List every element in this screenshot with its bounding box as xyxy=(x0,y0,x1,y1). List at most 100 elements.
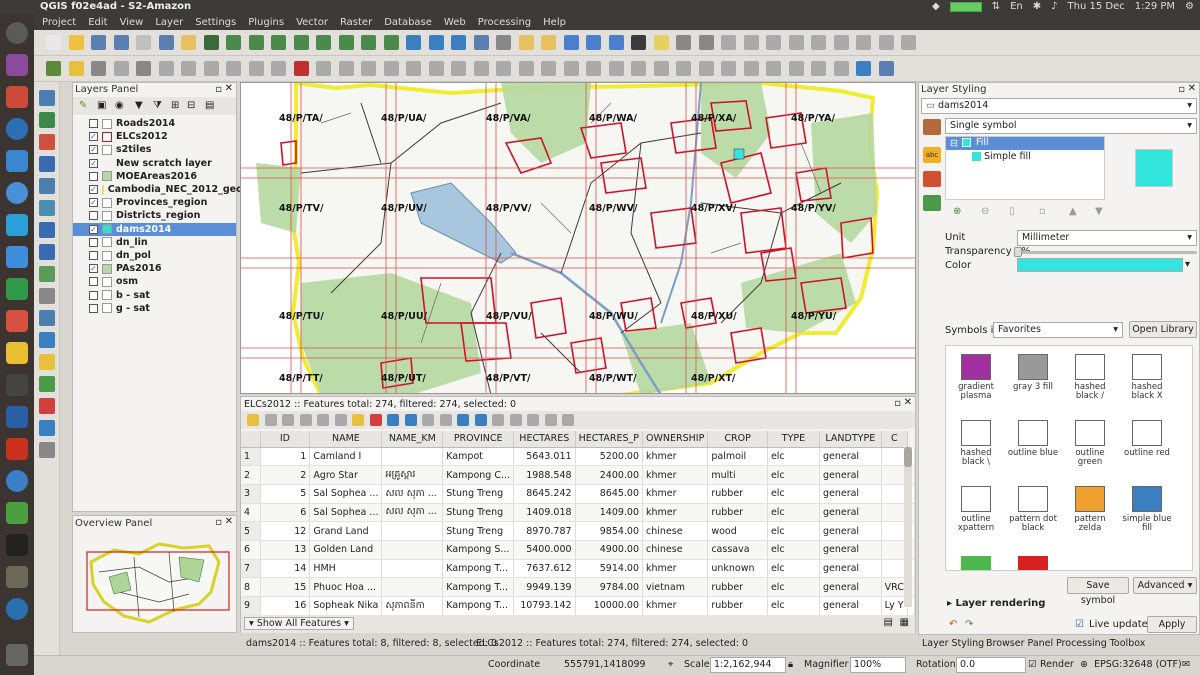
toolbar-button-icon[interactable] xyxy=(721,35,736,50)
toolbar-button-icon[interactable] xyxy=(181,61,196,76)
layer-item[interactable]: g - sat xyxy=(73,302,236,315)
toolbar-button-icon[interactable] xyxy=(136,61,151,76)
layer-visibility-checkbox[interactable] xyxy=(89,303,98,313)
toolbar-button-icon[interactable] xyxy=(383,35,399,50)
messages-icon[interactable]: ✉ xyxy=(1182,659,1190,670)
attribute-toolbar-icon[interactable] xyxy=(299,414,312,426)
layer-item[interactable]: Districts_region xyxy=(73,209,236,222)
table-cell[interactable]: Stung Treng xyxy=(442,484,515,504)
table-cell[interactable]: Grand Land xyxy=(309,521,383,541)
toolbar-button-icon[interactable] xyxy=(811,61,826,76)
symbol-swatch[interactable] xyxy=(1018,556,1048,570)
layer-rendering-toggle[interactable]: ▸ Layer rendering xyxy=(947,598,1045,609)
attribute-toolbar-icon[interactable] xyxy=(264,414,277,426)
system-monitor-indicator[interactable] xyxy=(949,1,982,12)
table-cell[interactable]: elc xyxy=(767,465,820,485)
add-layer-tool-icon[interactable] xyxy=(39,244,55,260)
toolbar-button-icon[interactable] xyxy=(766,61,781,76)
toolbar-button-icon[interactable] xyxy=(406,61,421,76)
table-cell[interactable]: elc xyxy=(767,503,820,523)
add-layer-tool-icon[interactable] xyxy=(39,266,55,282)
column-header[interactable]: ID xyxy=(260,431,311,448)
table-cell[interactable]: 4900.00 xyxy=(575,540,644,560)
table-cell[interactable]: elc xyxy=(767,521,820,541)
layer-item[interactable]: ✓ dams2014 xyxy=(73,222,236,236)
table-cell[interactable]: general xyxy=(819,484,882,504)
column-header[interactable]: NAME xyxy=(309,431,383,448)
impress-icon[interactable] xyxy=(6,310,28,332)
network-icon[interactable]: ⇅ xyxy=(992,1,1000,12)
transparency-slider[interactable] xyxy=(1014,247,1197,257)
column-header[interactable]: C xyxy=(881,431,909,448)
menu-layer[interactable]: Layer xyxy=(155,17,183,28)
writer-icon[interactable] xyxy=(6,246,28,268)
clock-date[interactable]: Thu 15 Dec xyxy=(1068,1,1125,12)
column-header[interactable]: CROP xyxy=(707,431,768,448)
ubuntu-dash-icon[interactable] xyxy=(6,22,28,44)
table-cell[interactable]: multi xyxy=(707,465,768,485)
calc-icon[interactable] xyxy=(6,278,28,300)
table-row[interactable]: 6 13 Golden Land Kampong S... 5400.000 4900.0… xyxy=(241,540,915,560)
toolbar-button-icon[interactable] xyxy=(248,61,264,76)
table-cell[interactable]: សល សុភា ... xyxy=(381,503,444,523)
table-cell[interactable]: elc xyxy=(767,559,820,579)
toolbar-button-icon[interactable] xyxy=(608,35,624,50)
rotation-spinbox[interactable]: 0.0 xyxy=(956,657,1026,673)
table-cell[interactable]: khmer xyxy=(642,503,709,523)
toolbar-button-icon[interactable] xyxy=(203,61,219,76)
toolbar-button-icon[interactable] xyxy=(68,35,84,50)
symbol-item[interactable]: simple blue fill xyxy=(1119,486,1175,533)
undo-icon[interactable]: ↶ xyxy=(949,619,957,630)
attribute-toolbar-icon[interactable] xyxy=(509,414,522,426)
table-cell[interactable]: palmoil xyxy=(707,447,768,467)
layer-item[interactable]: ✓ Provinces_region xyxy=(73,196,236,209)
files-icon[interactable] xyxy=(6,86,28,108)
column-header[interactable]: HECTARES_P xyxy=(575,431,644,448)
table-cell[interactable]: 1 xyxy=(260,447,311,467)
toolbar-button-icon[interactable] xyxy=(653,61,669,76)
table-row[interactable]: 3 5 Sal Sophea ... សល សុភា ... Stung Treng 86… xyxy=(241,484,915,504)
layer-visibility-checkbox[interactable] xyxy=(89,237,98,247)
toolbar-button-icon[interactable] xyxy=(271,61,286,76)
menu-plugins[interactable]: Plugins xyxy=(248,17,284,28)
table-cell[interactable]: Phuoc Hoa ... xyxy=(309,577,383,597)
layer-visibility-checkbox[interactable] xyxy=(89,251,98,260)
add-group-icon[interactable]: ▣ xyxy=(97,100,106,111)
row-number[interactable]: 6 xyxy=(241,540,261,560)
toolbar-button-icon[interactable] xyxy=(698,61,714,76)
table-cell[interactable]: អគ្រូស្តារ xyxy=(381,465,444,485)
table-cell[interactable]: Camland I xyxy=(309,447,383,467)
table-cell[interactable]: 8645.00 xyxy=(575,484,644,504)
remove-layer-icon[interactable]: ▤ xyxy=(205,100,214,111)
layer-item[interactable]: ✓ PAs2016 xyxy=(73,262,236,275)
table-cell[interactable]: elc xyxy=(767,596,820,616)
attribute-toolbar-icon[interactable] xyxy=(282,414,294,426)
toolbar-button-icon[interactable] xyxy=(473,35,489,50)
keyboard-indicator[interactable]: En xyxy=(1010,1,1023,12)
layer-visibility-checkbox[interactable]: ✓ xyxy=(89,224,98,234)
menu-vector[interactable]: Vector xyxy=(296,17,328,28)
table-cell[interactable]: 5643.011 xyxy=(513,447,576,467)
toolbar-button-icon[interactable] xyxy=(676,35,691,50)
table-cell[interactable] xyxy=(381,540,444,560)
symbol-item[interactable]: pattern dot black xyxy=(1005,486,1061,533)
add-layer-tool-icon[interactable] xyxy=(39,222,55,238)
lock-icon[interactable]: ▯ xyxy=(1009,206,1015,217)
toolbar-button-icon[interactable] xyxy=(46,35,61,50)
toolbar-button-icon[interactable] xyxy=(428,35,444,50)
toolbar-button-icon[interactable] xyxy=(496,35,511,50)
toolbar-button-icon[interactable] xyxy=(338,35,354,50)
close-icon[interactable]: ✕ xyxy=(225,516,233,527)
row-number[interactable]: 7 xyxy=(241,559,261,579)
row-number[interactable]: 2 xyxy=(241,465,261,485)
table-cell[interactable]: rubber xyxy=(707,596,768,616)
add-layer-tool-icon[interactable] xyxy=(39,112,55,128)
table-cell[interactable]: rubber xyxy=(707,503,768,523)
toolbar-button-icon[interactable] xyxy=(631,35,646,50)
attribute-toolbar-icon[interactable] xyxy=(422,414,434,426)
layer-select-combo[interactable]: ▭ dams2014 ▾ xyxy=(921,98,1197,114)
attribute-toolbar-icon[interactable] xyxy=(544,414,557,426)
attribute-toolbar-icon[interactable] xyxy=(334,414,347,426)
symbol-item[interactable]: hashed black \ xyxy=(948,420,1004,467)
map-canvas[interactable]: 48/P/TA/48/P/UA/48/P/VA/48/P/WA/48/P/XA/… xyxy=(240,82,916,394)
